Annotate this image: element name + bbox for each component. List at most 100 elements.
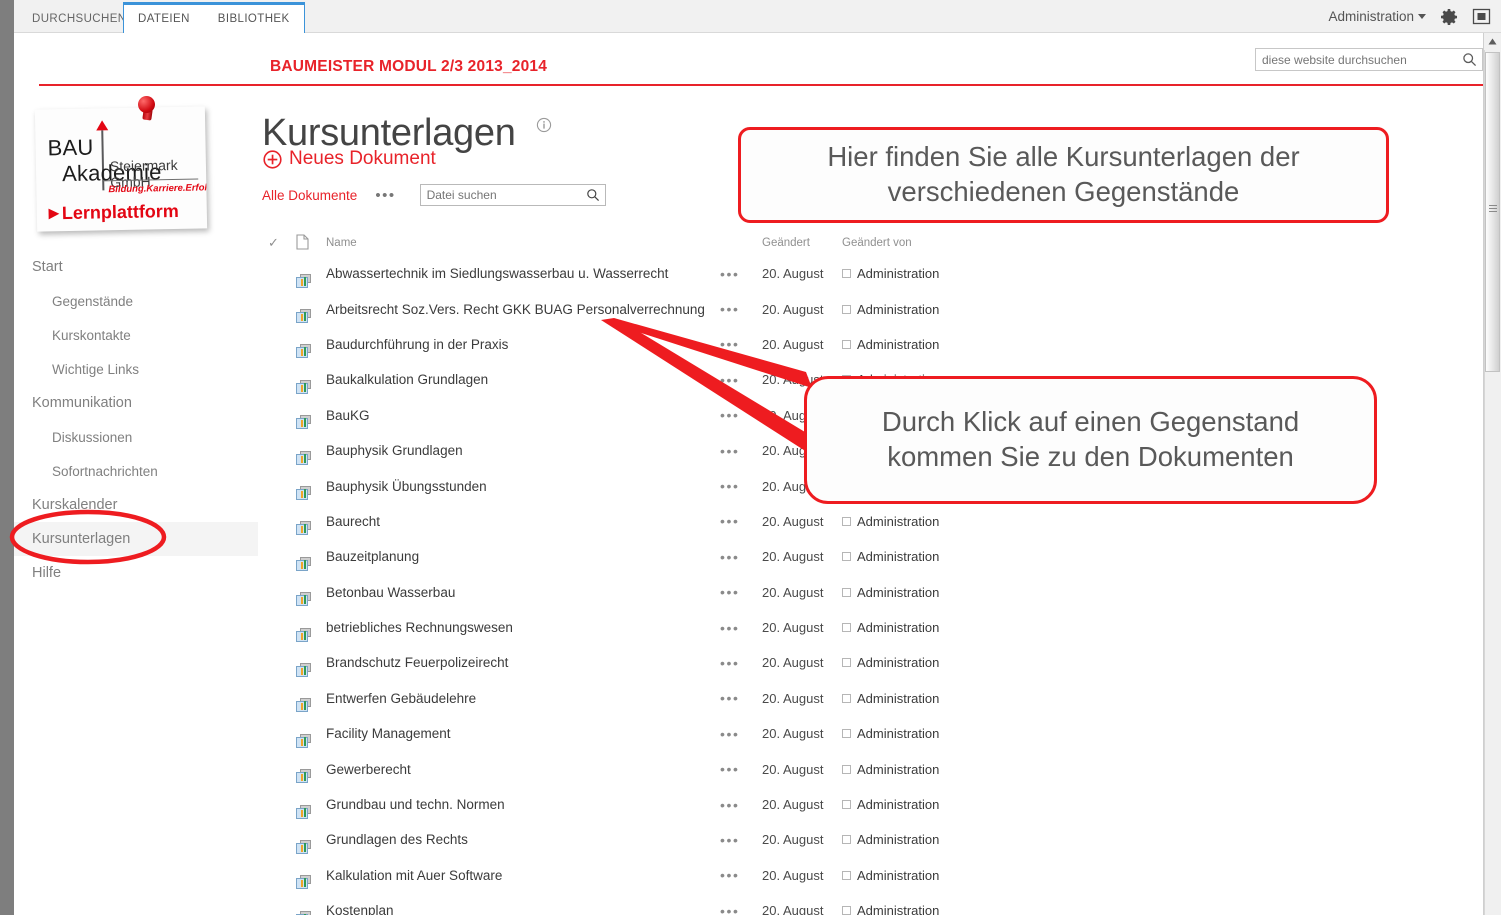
document-name-link[interactable]: Baukalkulation Grundlagen [326,372,716,387]
search-icon[interactable] [586,188,605,202]
scroll-up-arrow-icon[interactable] [1484,33,1501,50]
row-actions-ellipsis[interactable]: ••• [716,407,762,423]
logo: BAU Akademie Steiermark GmbH Bildung.Kar… [32,96,210,234]
document-name-link[interactable]: Arbeitsrecht Soz.Vers. Recht GKK BUAG Pe… [326,302,716,317]
row-actions-ellipsis[interactable]: ••• [716,513,762,529]
view-alle-dokumente[interactable]: Alle Dokumente [262,188,357,203]
info-icon[interactable] [536,100,552,143]
table-row[interactable]: betriebliches Rechnungswesen ••• 20. Augus… [262,610,962,645]
view-more-ellipsis[interactable]: ••• [371,187,399,204]
row-actions-ellipsis[interactable]: ••• [716,832,762,848]
document-name-link[interactable]: betriebliches Rechnungswesen [326,620,716,635]
document-name-link[interactable]: Gewerberecht [326,762,716,777]
column-header-modified[interactable]: Geändert [762,237,842,249]
row-actions-ellipsis[interactable]: ••• [716,584,762,600]
sidebar-item-hilfe[interactable]: Hilfe [14,556,258,590]
row-actions-ellipsis[interactable]: ••• [716,761,762,777]
row-actions-ellipsis[interactable]: ••• [716,620,762,636]
sidebar-item-gegenstaende[interactable]: Gegenstände [14,284,258,318]
row-actions-ellipsis[interactable]: ••• [716,478,762,494]
focus-on-content-icon[interactable] [1472,7,1491,26]
sidebar-item-kursunterlagen[interactable]: Kursunterlagen [14,522,258,556]
tab-bibliothek[interactable]: BIBLIOTHEK [204,13,304,33]
table-row[interactable]: Baudurchführung in der Praxis ••• 20. Augu… [262,327,962,362]
row-actions-ellipsis[interactable]: ••• [716,655,762,671]
document-name-link[interactable]: Grundbau und techn. Normen [326,797,716,812]
table-row[interactable]: Betonbau Wasserbau ••• 20. August Administr… [262,575,962,610]
row-actions-ellipsis[interactable]: ••• [716,336,762,352]
presence-indicator-icon [842,269,851,279]
column-header-modified-by[interactable]: Geändert von [842,237,962,249]
row-modified-date: 20. August [762,336,824,352]
sidebar-item-kommunikation[interactable]: Kommunikation [14,386,258,420]
sidebar-item-diskussionen[interactable]: Diskussionen [14,420,258,454]
document-name-link[interactable]: BauKG [326,408,716,423]
table-row[interactable]: Facility Management ••• 20. August Administ… [262,716,962,751]
tab-dateien[interactable]: DATEIEN [124,13,204,33]
vertical-scrollbar-thumb[interactable] [1485,52,1500,372]
row-actions-ellipsis[interactable]: ••• [716,903,762,915]
row-actions-ellipsis[interactable]: ••• [716,266,762,282]
app-window: DURCHSUCHEN DATEIEN BIBLIOTHEK Administr… [0,0,1501,915]
file-search-box[interactable] [419,184,606,206]
row-actions-ellipsis[interactable]: ••• [716,372,762,388]
document-name-link[interactable]: Grundlagen des Rechts [326,832,716,847]
row-actions-ellipsis[interactable]: ••• [716,443,762,459]
sidebar-item-start[interactable]: Start [14,250,258,284]
document-name-link[interactable]: Baurecht [326,514,716,529]
document-name-link[interactable]: Baudurchführung in der Praxis [326,337,716,352]
callout-annotation-1: Hier finden Sie alle Kursunterlagen der … [738,127,1389,223]
table-row[interactable]: Grundlagen des Rechts ••• 20. August Admini… [262,822,962,857]
table-row[interactable]: Grundbau und techn. Normen ••• 20. August A… [262,787,962,822]
table-row[interactable]: Baurecht ••• 20. August Administration [262,504,962,539]
sidebar-item-kurskontakte[interactable]: Kurskontakte [14,318,258,352]
tab-durchsuchen[interactable]: DURCHSUCHEN [14,13,141,33]
column-header-type[interactable] [296,233,326,253]
row-actions-ellipsis[interactable]: ••• [716,549,762,565]
gear-icon[interactable] [1440,8,1458,26]
row-actions-ellipsis[interactable]: ••• [716,726,762,742]
file-search-input[interactable] [420,188,586,202]
sidebar-item-wichtige-links[interactable]: Wichtige Links [14,352,258,386]
search-icon[interactable] [1462,52,1482,67]
user-menu[interactable]: Administration [1328,9,1426,24]
row-modified-by: Administration [842,903,962,915]
column-header-name[interactable]: Name [326,237,716,249]
document-name-link[interactable]: Entwerfen Gebäudelehre [326,691,716,706]
row-actions-ellipsis[interactable]: ••• [716,301,762,317]
row-actions-ellipsis[interactable]: ••• [716,690,762,706]
sidebar-item-kurskalender[interactable]: Kurskalender [14,488,258,522]
row-actions-ellipsis[interactable]: ••• [716,797,762,813]
row-actions-ellipsis[interactable]: ••• [716,867,762,883]
list-header-row: ✓ Name Geändert Geändert von [262,230,962,256]
presence-indicator-icon [842,587,851,597]
table-row[interactable]: Entwerfen Gebäudelehre ••• 20. August Admin… [262,681,962,716]
table-row[interactable]: Abwassertechnik im Siedlungswasserbau u.… [262,256,962,291]
document-name-link[interactable]: Kalkulation mit Auer Software [326,868,716,883]
logo-claim: Bildung.Karriere.Erfolg. [108,182,208,196]
page-title: Kursunterlagen [262,100,552,155]
sidebar-item-sofortnachrichten[interactable]: Sofortnachrichten [14,454,258,488]
document-name-link[interactable]: Bauphysik Übungsstunden [326,479,716,494]
row-modified-by: Administration [842,762,962,777]
table-row[interactable]: Brandschutz Feuerpolizeirecht ••• 20. Augu… [262,645,962,680]
document-name-link[interactable]: Brandschutz Feuerpolizeirecht [326,655,716,670]
callout-annotation-2: Durch Klick auf einen Gegenstand kommen … [804,376,1377,504]
table-row[interactable]: Kalkulation mit Auer Software ••• 20. Augu… [262,858,962,893]
document-name-link[interactable]: Abwassertechnik im Siedlungswasserbau u.… [326,266,716,281]
site-search-input[interactable] [1256,52,1462,67]
document-name-link[interactable]: Kostenplan [326,903,716,915]
row-modified-date: 20. August [762,761,824,777]
document-name-link[interactable]: Facility Management [326,726,716,741]
site-search-box[interactable] [1255,48,1483,71]
table-row[interactable]: Kostenplan ••• 20. August Administration [262,893,962,915]
row-modified-by: Administration [842,691,962,706]
document-name-link[interactable]: Betonbau Wasserbau [326,585,716,600]
table-row[interactable]: Gewerberecht ••• 20. August Administration [262,751,962,786]
new-document-button[interactable]: Neues Dokument [263,148,436,170]
document-name-link[interactable]: Bauzeitplanung [326,549,716,564]
table-row[interactable]: Arbeitsrecht Soz.Vers. Recht GKK BUAG Pe… [262,291,962,326]
document-name-link[interactable]: Bauphysik Grundlagen [326,443,716,458]
table-row[interactable]: Bauzeitplanung ••• 20. August Administratio… [262,539,962,574]
select-all-checkmark-icon[interactable]: ✓ [262,235,296,251]
